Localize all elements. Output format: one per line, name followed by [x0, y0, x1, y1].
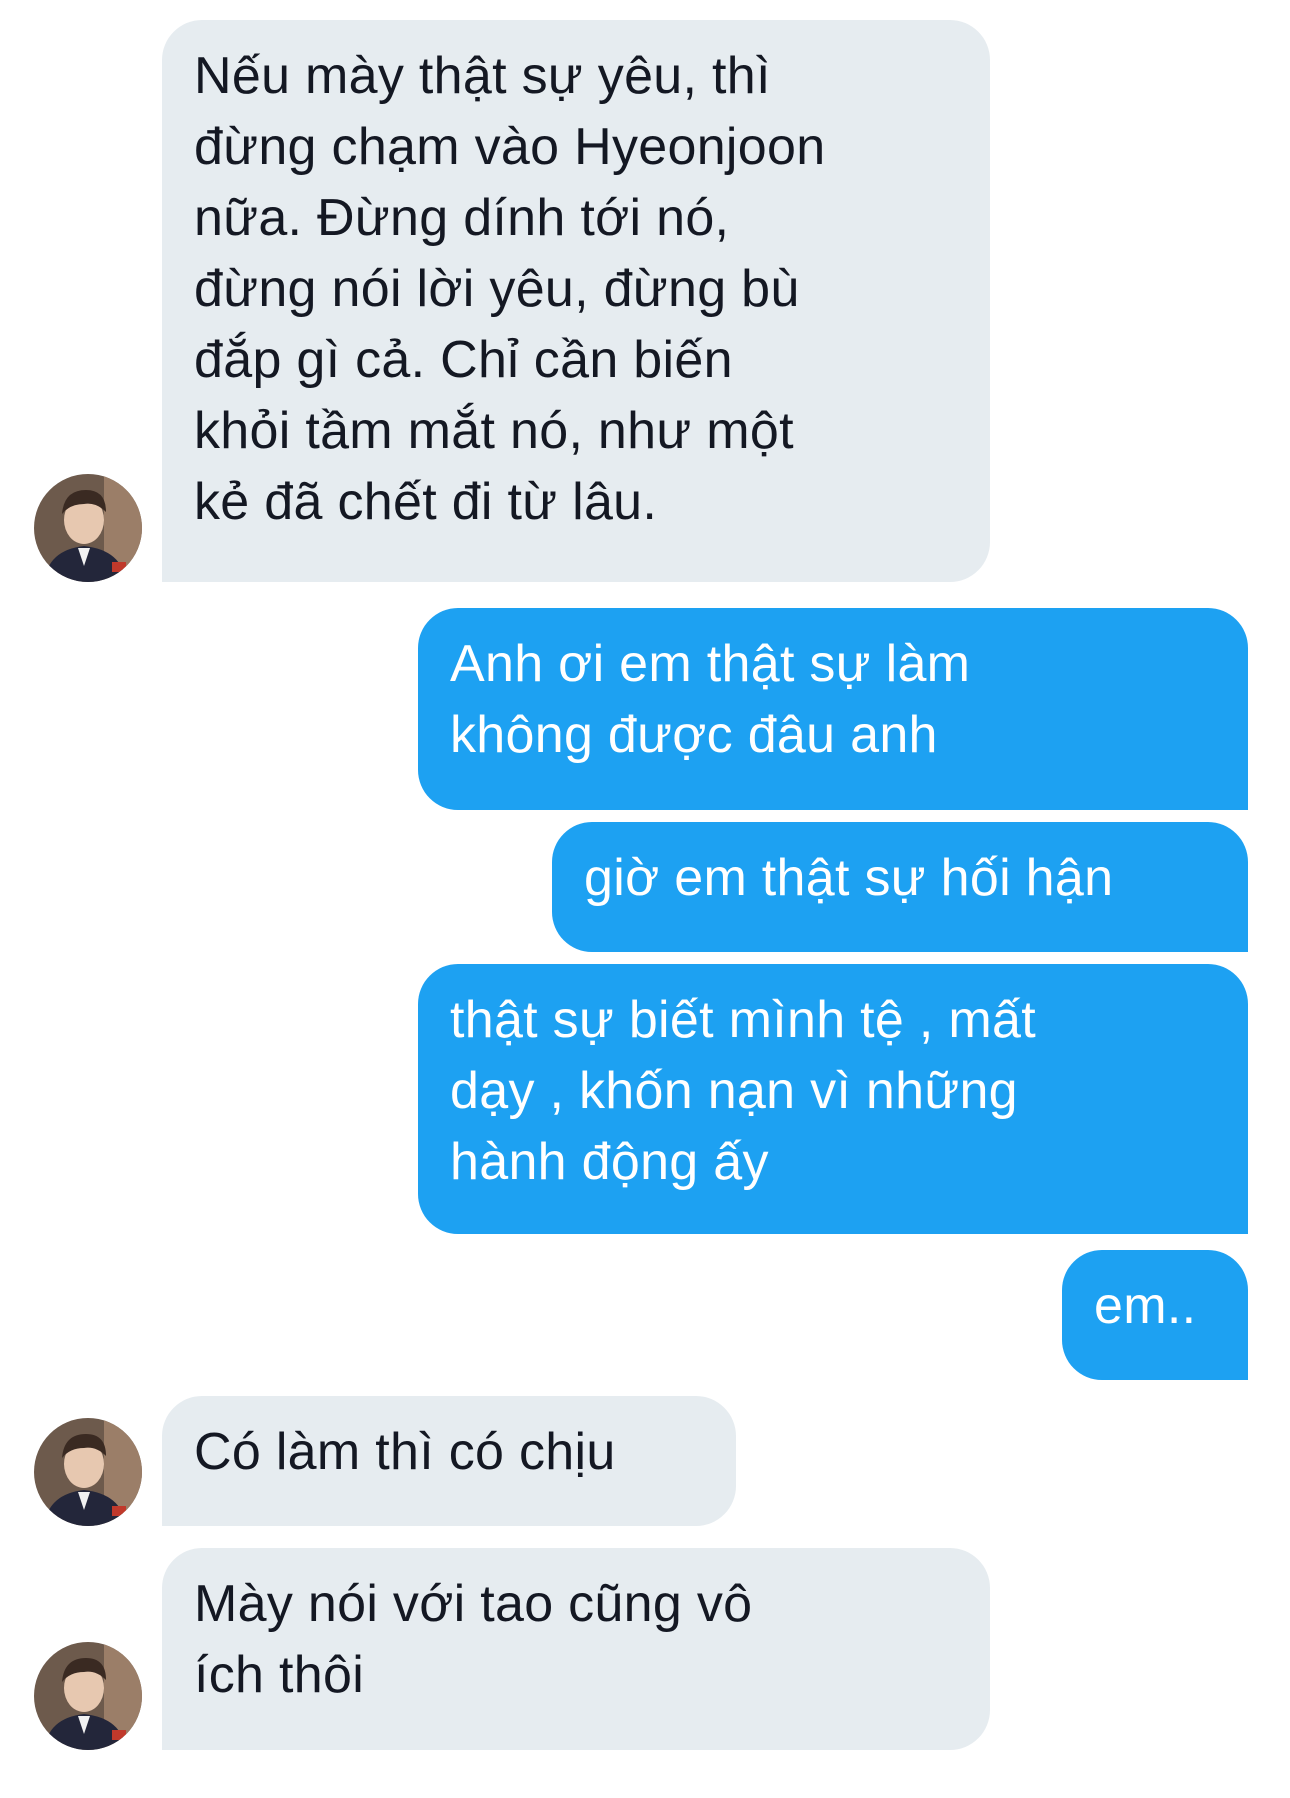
message-bubble-outgoing[interactable]: giờ em thật sự hối hận: [552, 822, 1248, 952]
message-bubble-outgoing[interactable]: thật sự biết mình tệ , mất dạy , khốn nạ…: [418, 964, 1248, 1234]
message-bubble-incoming[interactable]: Mày nói với tao cũng vô ích thôi: [162, 1548, 990, 1750]
sender-avatar[interactable]: [34, 1642, 142, 1750]
message-bubble-incoming[interactable]: Nếu mày thật sự yêu, thì đừng chạm vào H…: [162, 20, 990, 582]
avatar-photo-icon: [34, 1418, 142, 1526]
message-thread: Nếu mày thật sự yêu, thì đừng chạm vào H…: [0, 0, 1290, 1798]
sender-avatar[interactable]: [34, 1418, 142, 1526]
message-bubble-outgoing[interactable]: em..: [1062, 1250, 1248, 1380]
avatar-photo-icon: [34, 1642, 142, 1750]
message-bubble-incoming[interactable]: Có làm thì có chịu: [162, 1396, 736, 1526]
avatar-photo-icon: [34, 474, 142, 582]
message-bubble-outgoing[interactable]: Anh ơi em thật sự làm không được đâu anh: [418, 608, 1248, 810]
sender-avatar[interactable]: [34, 474, 142, 582]
